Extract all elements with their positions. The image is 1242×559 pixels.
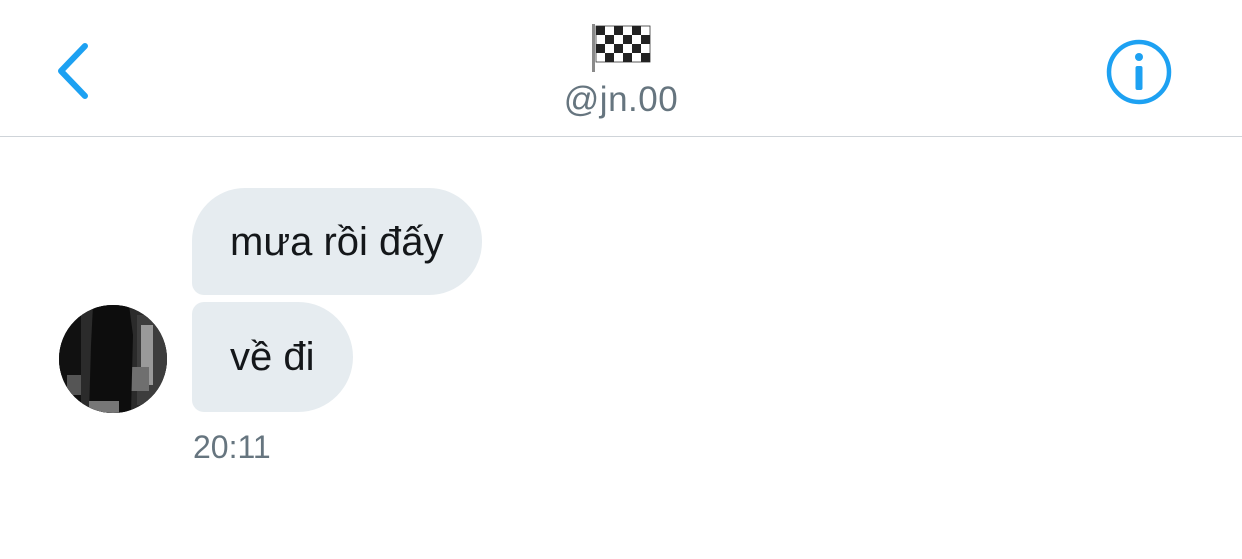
user-handle: @jn.00 <box>563 80 679 119</box>
chevron-left-icon <box>58 43 88 99</box>
message-bubble[interactable]: mưa rồi đấy <box>192 188 482 295</box>
message-text: mưa rồi đấy <box>230 219 444 264</box>
message-timestamp: 20:11 <box>193 429 271 465</box>
avatar[interactable] <box>59 305 167 413</box>
info-circle-icon <box>1106 39 1172 105</box>
message-text: về đi <box>230 335 315 379</box>
checkered-flag-icon <box>592 24 651 72</box>
back-button[interactable] <box>48 38 98 104</box>
conversation-title[interactable]: @jn.00 <box>471 22 771 127</box>
dm-conversation-screen: @jn.00 mưa rồi đấy về đi 20:11 <box>0 0 1242 559</box>
profile-photo <box>59 305 167 413</box>
conversation-header: @jn.00 <box>0 0 1242 137</box>
message-bubble[interactable]: về đi <box>192 302 353 412</box>
info-button[interactable] <box>1106 39 1172 105</box>
